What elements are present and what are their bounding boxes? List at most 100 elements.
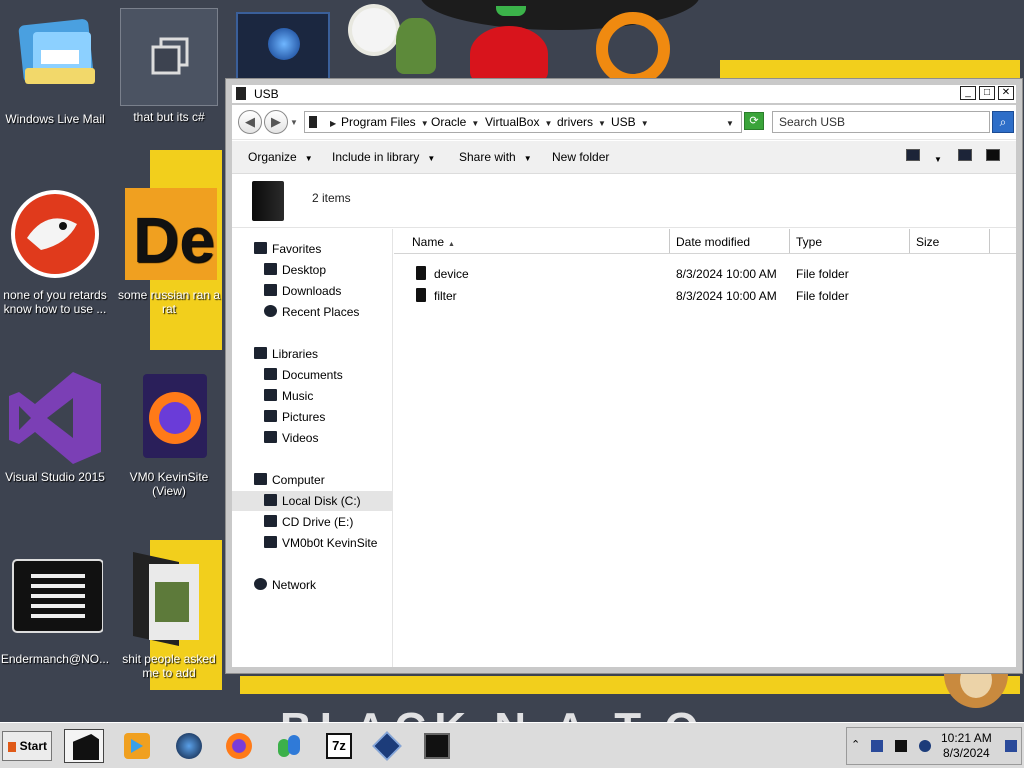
- tray-network-icon[interactable]: [871, 740, 883, 752]
- start-button[interactable]: Start: [2, 731, 52, 761]
- file-type: File folder: [796, 289, 849, 303]
- desktop-icon-shit-people-asked[interactable]: shit people asked me to add: [114, 552, 224, 680]
- include-in-library-button[interactable]: Include in library ▼: [332, 150, 435, 164]
- shortcut-icon: [120, 8, 218, 106]
- breadcrumb-label: VirtualBox: [485, 115, 540, 129]
- nav-label: VM0b0t KevinSite: [282, 536, 378, 550]
- taskbar-7zip[interactable]: 7z: [318, 729, 358, 763]
- desktop-icon-some-russian[interactable]: De some russian ran a rat: [114, 188, 224, 316]
- view-options-chevron-icon[interactable]: ▼: [934, 151, 942, 165]
- breadcrumb-usb[interactable]: USB ▼: [611, 115, 649, 129]
- maximize-button[interactable]: □: [979, 86, 995, 100]
- file-row-device[interactable]: device 8/3/2024 10:00 AM File folder: [394, 262, 1016, 284]
- help-icon[interactable]: [986, 149, 1000, 161]
- document-list-icon: [7, 552, 104, 648]
- nav-vm0b0t-kevinsite[interactable]: VM0b0t KevinSite: [232, 533, 392, 553]
- desktop-icon-that-but-its-csharp[interactable]: that but its c#: [114, 8, 224, 124]
- nav-videos[interactable]: Videos: [232, 428, 392, 448]
- nav-documents[interactable]: Documents: [232, 365, 392, 385]
- wallpaper-plant: [396, 18, 436, 74]
- breadcrumb-drivers[interactable]: drivers ▼: [557, 115, 606, 129]
- nav-label: Libraries: [272, 347, 319, 361]
- sort-ascending-icon: ▲: [448, 241, 455, 248]
- nav-downloads[interactable]: Downloads: [232, 281, 392, 301]
- column-date-modified[interactable]: Date modified: [670, 229, 790, 253]
- nav-label: Favorites: [272, 242, 322, 256]
- address-bar[interactable]: ▶ Program Files ▼ Oracle ▼ VirtualBox ▼ dri…: [304, 111, 742, 133]
- tray-monitor-icon[interactable]: [895, 740, 907, 752]
- desktop-icon-visual-studio[interactable]: Visual Studio 2015: [0, 370, 110, 484]
- nav-network[interactable]: Network: [232, 575, 392, 595]
- show-hidden-icons-chevron-icon[interactable]: ⌃: [851, 738, 860, 751]
- column-size[interactable]: Size: [910, 229, 990, 253]
- taskbar-firefox[interactable]: [218, 729, 258, 763]
- title-bar[interactable]: USB _ □ ✕: [232, 85, 1016, 103]
- navigation-pane: Favorites Desktop Downloads Recent Place…: [232, 229, 393, 667]
- desktop-icon-label: that but its c#: [133, 110, 205, 124]
- media-player-icon: [124, 733, 150, 759]
- nav-pictures[interactable]: Pictures: [232, 407, 392, 427]
- address-dropdown-chevron-icon[interactable]: ▼: [721, 115, 734, 129]
- back-button[interactable]: ◀: [238, 110, 262, 134]
- share-with-button[interactable]: Share with ▼: [459, 150, 532, 164]
- taskbar-virtualbox[interactable]: [366, 729, 406, 763]
- change-view-icon[interactable]: [906, 149, 920, 161]
- nav-label: Pictures: [282, 410, 326, 424]
- search-icon[interactable]: ⌕: [992, 111, 1014, 133]
- desktop-icon-label: some russian ran a rat: [117, 288, 221, 316]
- taskbar-media-player[interactable]: [116, 729, 156, 763]
- breadcrumb-virtualbox[interactable]: VirtualBox ▼: [485, 115, 552, 129]
- column-type[interactable]: Type: [790, 229, 910, 253]
- taskbar-remote-desktop[interactable]: [416, 729, 456, 763]
- nav-recent-places[interactable]: Recent Places: [232, 302, 392, 322]
- search-input[interactable]: [772, 111, 990, 133]
- recent-pages-chevron-icon[interactable]: ▼: [290, 118, 298, 127]
- wallpaper-red-creature: [470, 26, 548, 82]
- nav-music[interactable]: Music: [232, 386, 392, 406]
- desktop-icon-none-of-you[interactable]: none of you retards know how to use ...: [0, 188, 110, 316]
- taskbar-globe[interactable]: [168, 729, 208, 763]
- command-bar: Organize ▼ Include in library ▼ Share with…: [232, 141, 1016, 174]
- breadcrumb-root-arrow[interactable]: ▶: [325, 115, 336, 129]
- tray-volume-icon[interactable]: [919, 740, 931, 752]
- desktop-icon-vm0-kevinsite[interactable]: VM0 KevinSite (View): [114, 370, 224, 498]
- folder-icon: [121, 552, 217, 648]
- nav-libraries[interactable]: Libraries: [232, 344, 392, 364]
- desktop-icon-endermanch[interactable]: Endermanch@NO...: [0, 552, 110, 666]
- nav-favorites[interactable]: Favorites: [232, 239, 392, 259]
- desktop-icon: [264, 263, 277, 275]
- clock-date: 8/3/2024: [942, 746, 990, 760]
- preview-pane-icon[interactable]: [958, 149, 972, 161]
- nav-cd-drive-e[interactable]: CD Drive (E:): [232, 512, 392, 532]
- taskbar-messenger[interactable]: [268, 729, 308, 763]
- visual-studio-icon: [7, 370, 103, 466]
- nav-computer[interactable]: Computer: [232, 470, 392, 490]
- close-button[interactable]: ✕: [998, 86, 1014, 100]
- organize-button[interactable]: Organize ▼: [248, 150, 313, 164]
- breadcrumb-oracle[interactable]: Oracle ▼: [431, 115, 479, 129]
- cd-drive-icon: [264, 515, 277, 527]
- details-header: 2 items: [232, 175, 1016, 228]
- desktop-icon-windows-live-mail[interactable]: Windows Live Mail: [0, 12, 110, 126]
- column-name[interactable]: Name ▲: [404, 229, 670, 253]
- breadcrumb-label: USB: [611, 115, 636, 129]
- forward-button[interactable]: ▶: [264, 110, 288, 134]
- firefox-icon: [121, 370, 217, 466]
- nav-desktop[interactable]: Desktop: [232, 260, 392, 280]
- tray-notification-icon[interactable]: [1005, 740, 1017, 752]
- drive-icon: [264, 494, 277, 506]
- breadcrumb-program-files[interactable]: Program Files ▼: [341, 115, 429, 129]
- new-folder-button[interactable]: New folder: [552, 150, 609, 164]
- firefox-icon: [226, 733, 252, 759]
- taskbar-file-explorer[interactable]: [64, 729, 104, 763]
- refresh-button[interactable]: ⟳: [744, 112, 764, 130]
- file-row-filter[interactable]: filter 8/3/2024 10:00 AM File folder: [394, 284, 1016, 306]
- clock[interactable]: 10:21 AM 8/3/2024: [941, 731, 992, 761]
- file-type: File folder: [796, 267, 849, 281]
- nav-label: Recent Places: [282, 305, 360, 319]
- share-with-label: Share with: [459, 150, 516, 164]
- virtualbox-icon: [372, 731, 402, 761]
- minimize-button[interactable]: _: [960, 86, 976, 100]
- nav-local-disk-c[interactable]: Local Disk (C:): [232, 491, 392, 511]
- windows-flag-icon: [8, 742, 16, 752]
